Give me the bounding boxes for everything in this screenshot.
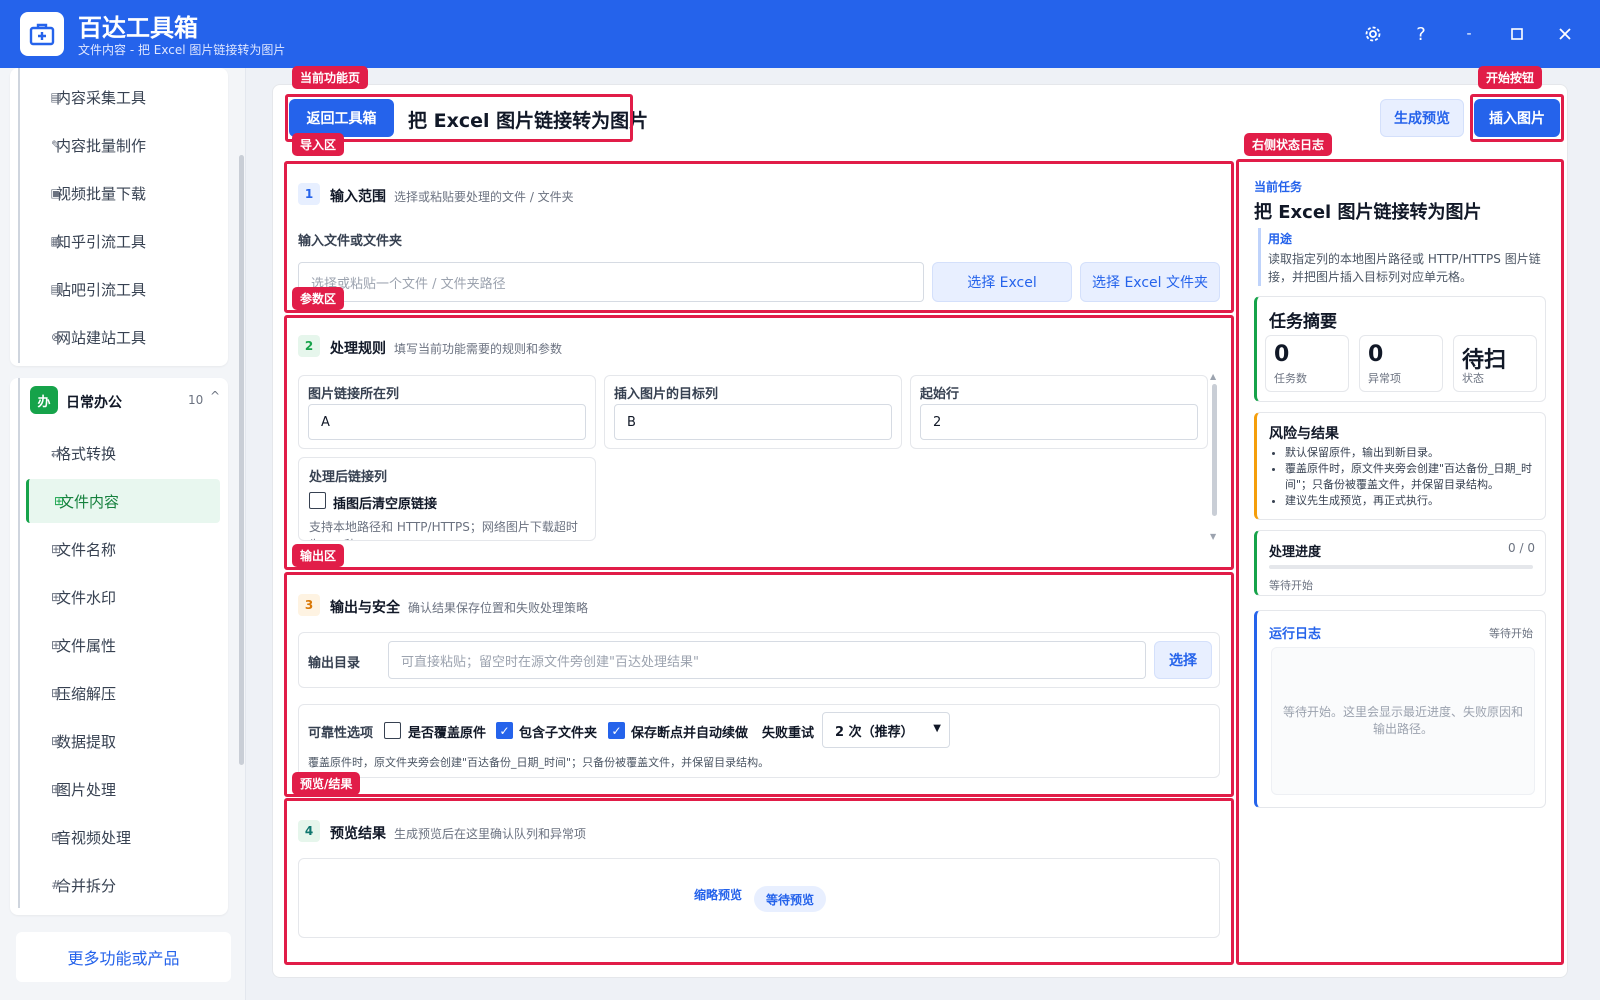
- sidebar-item-file-name[interactable]: ⊞ 文件名称: [26, 527, 220, 571]
- sidebar-item-zhihu[interactable]: ▦ 知乎引流工具: [26, 219, 220, 263]
- sidebar-item-label: 内容批量制作: [56, 136, 147, 155]
- sidebar-item-label: 视频批量下载: [56, 184, 147, 203]
- tieba-icon: ▤: [50, 282, 62, 296]
- app-subtitle: 文件内容 - 把 Excel 图片链接转为图片: [78, 43, 286, 57]
- globe-icon: ⊗: [50, 330, 62, 344]
- sidebar-item-label: 网站建站工具: [56, 328, 147, 347]
- maximize-icon[interactable]: [1502, 20, 1532, 48]
- annotation-box-preview: [284, 798, 1234, 965]
- minimize-icon[interactable]: -: [1454, 20, 1484, 48]
- annotation-tag-start-button: 开始按钮: [1478, 66, 1543, 89]
- sidebar-item-label: 压缩解压: [56, 684, 117, 703]
- sidebar-item-merge-split[interactable]: # 合并拆分: [26, 863, 220, 907]
- grid-icon: ⊞: [50, 686, 62, 700]
- chevron-up-icon[interactable]: ^: [210, 389, 220, 403]
- grid-icon: ⊞: [50, 590, 62, 604]
- sidebar-item-image[interactable]: ⊞ 图片处理: [26, 767, 220, 811]
- pen-icon: ✎: [50, 138, 62, 152]
- annotation-box-right-log: [1236, 159, 1564, 965]
- help-icon[interactable]: ?: [1406, 20, 1436, 48]
- sidebar-scrollbar[interactable]: [239, 155, 244, 765]
- settings-gear-icon[interactable]: [1358, 20, 1388, 48]
- sidebar-item-label: 贴吧引流工具: [56, 280, 147, 299]
- swap-icon: ⇄: [50, 446, 62, 460]
- group-count: 10: [188, 393, 204, 407]
- sidebar-item-website[interactable]: ⊗ 网站建站工具: [26, 315, 220, 359]
- title-bar: 百达工具箱 文件内容 - 把 Excel 图片链接转为图片 ? -: [0, 0, 1600, 68]
- group-title[interactable]: 日常办公: [66, 392, 122, 412]
- grid-icon: ⊞: [50, 734, 62, 748]
- annotation-box-params: [284, 315, 1234, 570]
- sidebar-item-compress[interactable]: ⊞ 压缩解压: [26, 671, 220, 715]
- sidebar-item-batch-make[interactable]: ✎ 内容批量制作: [26, 123, 220, 167]
- annotation-tag-import: 导入区: [292, 133, 345, 156]
- grid-icon: ⊞: [53, 494, 65, 508]
- sidebar-item-label: 文件内容: [59, 492, 120, 511]
- sidebar-item-content-collect[interactable]: ▤ 内容采集工具: [26, 75, 220, 119]
- sidebar-item-av[interactable]: ⊞ 音视频处理: [26, 815, 220, 859]
- sidebar-item-label: 数据提取: [56, 732, 117, 751]
- annotation-tag-params: 参数区: [292, 287, 345, 310]
- sidebar-tree-line: [18, 378, 20, 908]
- sidebar-item-label: 音视频处理: [56, 828, 132, 847]
- annotation-box-import: [284, 161, 1234, 313]
- sidebar-item-video-download[interactable]: ▣ 视频批量下载: [26, 171, 220, 215]
- sidebar-item-label: 文件属性: [56, 636, 117, 655]
- annotation-tag-right-log: 右侧状态日志: [1244, 133, 1333, 156]
- sidebar-item-tieba[interactable]: ▤ 贴吧引流工具: [26, 267, 220, 311]
- annotation-box-start-button: [1470, 94, 1564, 142]
- toolbox-logo-icon: [20, 12, 64, 56]
- sidebar-item-format-convert[interactable]: ⇄ 格式转换: [26, 431, 220, 475]
- sidebar-item-watermark[interactable]: ⊞ 文件水印: [26, 575, 220, 619]
- hash-icon: #: [50, 878, 62, 892]
- sidebar-item-file-content[interactable]: ⊞ 文件内容: [26, 479, 220, 523]
- annotation-tag-output: 输出区: [292, 544, 345, 567]
- zhihu-icon: ▦: [50, 234, 62, 248]
- sidebar-item-label: 格式转换: [56, 444, 117, 463]
- sidebar-item-label: 合并拆分: [56, 876, 117, 895]
- generate-preview-button[interactable]: 生成预览: [1380, 99, 1464, 137]
- grid-icon: ⊞: [50, 830, 62, 844]
- annotation-tag-preview: 预览/结果: [292, 772, 361, 795]
- sidebar-item-data-extract[interactable]: ⊞ 数据提取: [26, 719, 220, 763]
- annotation-box-output: [284, 572, 1234, 797]
- grid-icon: ⊞: [50, 782, 62, 796]
- sidebar-tree-line: [18, 68, 20, 363]
- more-features-button[interactable]: 更多功能或产品: [16, 932, 231, 982]
- sidebar-item-label: 图片处理: [56, 780, 117, 799]
- sidebar-item-label: 文件名称: [56, 540, 117, 559]
- group-badge: 办: [30, 386, 58, 414]
- list-icon: ▤: [50, 90, 62, 104]
- sidebar-item-file-attr[interactable]: ⊞ 文件属性: [26, 623, 220, 667]
- sidebar-item-label: 知乎引流工具: [56, 232, 147, 251]
- grid-icon: ⊞: [50, 542, 62, 556]
- sidebar-item-label: 内容采集工具: [56, 88, 147, 107]
- annotation-tag-current-page: 当前功能页: [292, 66, 369, 89]
- app-title: 百达工具箱: [78, 14, 198, 42]
- grid-icon: ⊞: [50, 638, 62, 652]
- video-icon: ▣: [50, 186, 62, 200]
- close-icon[interactable]: [1550, 20, 1580, 48]
- sidebar-item-label: 文件水印: [56, 588, 117, 607]
